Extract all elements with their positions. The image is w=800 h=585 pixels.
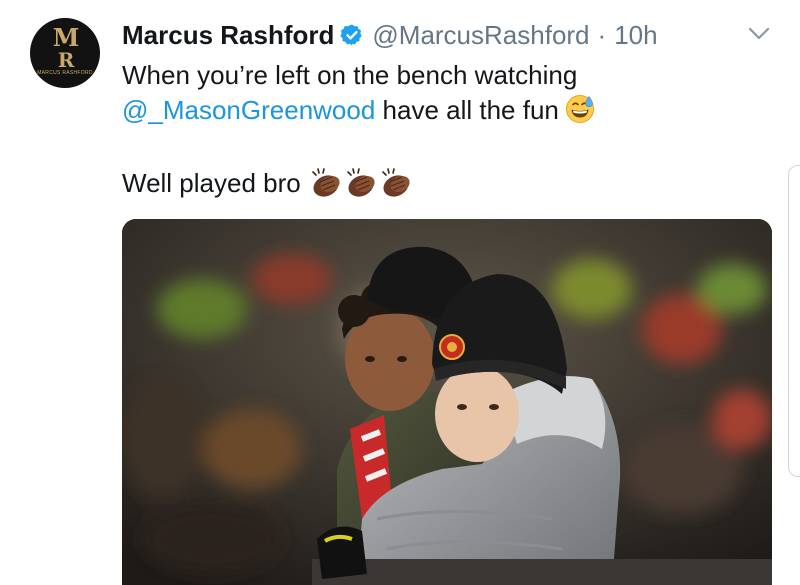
- author-handle[interactable]: @MarcusRashford: [372, 20, 589, 51]
- separator-dot: ·: [597, 19, 607, 50]
- tweet-text-line-3: Well played bro: [122, 166, 413, 200]
- adjacent-card-edge: [788, 165, 800, 477]
- tweet-text-line-1: When you’re left on the bench watching: [122, 60, 578, 90]
- clapping-hands-icon: [382, 168, 410, 197]
- tweet-text-line-3-text: Well played bro: [122, 168, 301, 198]
- photo-kids-in-stand: [122, 219, 772, 585]
- grinning-sweat-emoji-icon: [565, 95, 594, 123]
- tweet-media-photo[interactable]: [122, 219, 772, 585]
- tweet-text-line-2-rest: have all the fun: [375, 95, 559, 125]
- tweet-card[interactable]: M R MARCUS RASHFORD Marcus Rashford @Mar…: [0, 0, 800, 585]
- chevron-down-icon[interactable]: [748, 27, 770, 41]
- author-avatar[interactable]: M R MARCUS RASHFORD: [30, 18, 100, 88]
- tweet-header: Marcus Rashford @MarcusRashford · 10h: [122, 18, 658, 52]
- clapping-hands-icon: [347, 168, 375, 197]
- clapping-hands-icon: [312, 168, 340, 197]
- tweet-text-line-2: @_MasonGreenwood have all the fun: [122, 93, 595, 127]
- mention-link[interactable]: @_MasonGreenwood: [122, 95, 375, 125]
- avatar-monogram-bottom: R: [57, 48, 75, 72]
- avatar-wordmark: MARCUS RASHFORD: [37, 70, 93, 76]
- avatar-monogram: M R: [30, 26, 100, 72]
- author-name[interactable]: Marcus Rashford: [122, 20, 334, 51]
- verified-badge-icon: [340, 24, 363, 46]
- tweet-timestamp[interactable]: 10h: [614, 20, 657, 51]
